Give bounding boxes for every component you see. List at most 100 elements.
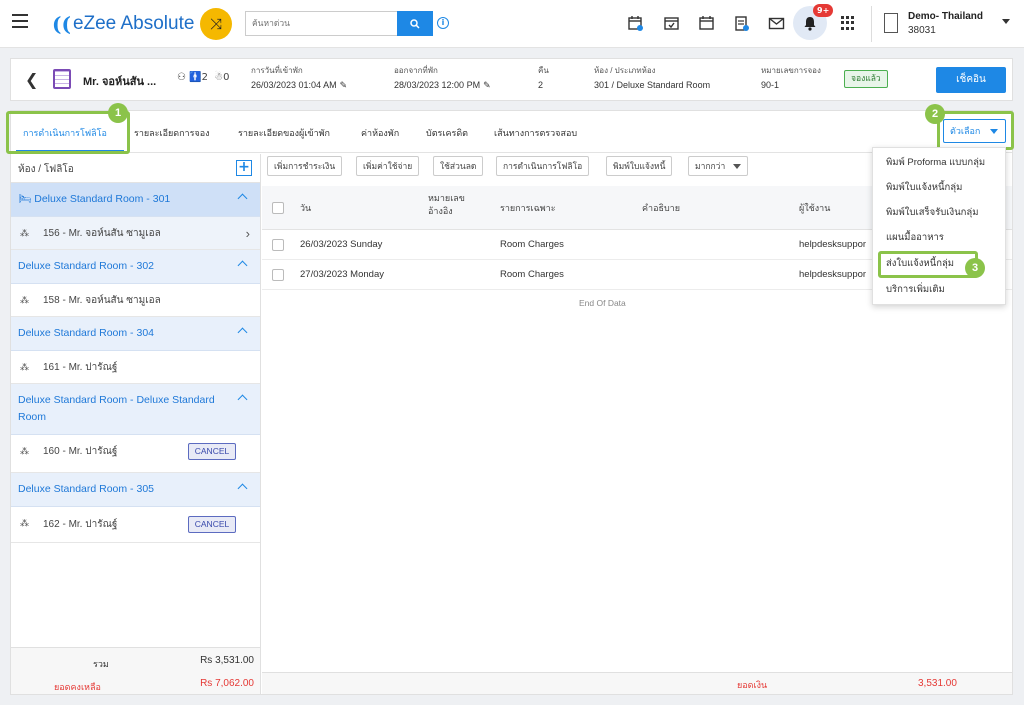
info-icon[interactable]: i (437, 17, 449, 29)
col-user[interactable]: ผู้ใช้งาน (799, 202, 830, 214)
row-checkbox[interactable] (272, 269, 284, 281)
shuffle-icon[interactable]: ⤨ (200, 8, 232, 40)
menu-icon[interactable] (12, 14, 28, 30)
edit-icon[interactable]: ✎ (340, 80, 348, 91)
pax-count: ⚇ 🚹2 ☃0 (177, 72, 230, 83)
checkout-value: 28/03/2023 12:00 PM (394, 80, 481, 90)
invoice-icon[interactable] (733, 15, 750, 32)
more-button[interactable]: มากกว่า (688, 156, 749, 176)
cancel-badge: CANCEL (188, 516, 236, 533)
add-folio-button[interactable]: + (236, 160, 252, 176)
folio-panel: การดำเนินการโฟลิโอ รายละเอียดการจอง รายล… (10, 110, 1013, 695)
apply-discount-button[interactable]: ใช้ส่วนลด (433, 156, 484, 176)
folio-operations-button[interactable]: การดำเนินการโฟลิโอ (496, 156, 590, 176)
menu-item-print-group-invoice[interactable]: พิมพ์ใบแจ้งหนี้กลุ่ม (873, 175, 1007, 200)
tab-room-charges[interactable]: ค่าห้องพัก (361, 126, 399, 140)
guest-name[interactable]: Mr. จอห์นสัน ... (83, 72, 156, 90)
print-invoice-button[interactable]: พิมพ์ใบแจ้งหนี้ (606, 156, 673, 176)
notification-badge: 9+ (813, 4, 834, 17)
hotel-icon (884, 13, 898, 33)
menu-item-meal-plan[interactable]: แผนมื้ออาหาร (873, 225, 1007, 250)
app-logo[interactable]: (( eZee Absolute (52, 11, 194, 37)
amount-value: 3,531.00 (918, 678, 957, 689)
step-badge: 1 (108, 103, 128, 123)
checkin-button[interactable]: เช็คอิน (936, 67, 1006, 93)
calendar-add-icon[interactable] (627, 15, 644, 32)
row-particulars: Room Charges (500, 239, 564, 250)
col-ref-line1: หมายเลข (428, 193, 465, 203)
chevron-up-icon[interactable] (237, 260, 248, 271)
search-input[interactable] (245, 11, 397, 36)
folio-row[interactable]: ⁂ 161 - Mr. ปารัณฐ์ (11, 351, 260, 384)
search-button[interactable] (397, 11, 433, 36)
row-date: 26/03/2023 Sunday (300, 239, 383, 250)
hotel-name[interactable]: Demo- Thailand (908, 11, 983, 22)
notifications-button[interactable]: 9+ (793, 4, 834, 40)
chevron-up-icon[interactable] (237, 327, 248, 338)
calendar-icon[interactable] (698, 15, 715, 32)
folio-guest-label: 156 - Mr. จอห์นสัน ซามูเอล (43, 228, 161, 239)
adult-icon: 🚹 (189, 72, 202, 83)
folio-row[interactable]: ⁂ 156 - Mr. จอห์นสัน ซามูเอล › (11, 217, 260, 250)
col-date[interactable]: วัน (300, 202, 311, 214)
back-arrow-icon[interactable]: ❮ (25, 70, 38, 89)
menu-item-extra-services[interactable]: บริการเพิ่มเติม (873, 277, 1007, 302)
menu-item-print-group-receipt[interactable]: พิมพ์ใบเสร็จรับเงินกลุ่ม (873, 200, 1007, 225)
calendar-check-icon[interactable] (663, 15, 680, 32)
room-field: ห้อง / ประเภทห้อง 301 / Deluxe Standard … (594, 64, 710, 90)
folio-row[interactable]: ⁂ 160 - Mr. ปารัณฐ์ CANCEL (11, 435, 260, 473)
room-group-header[interactable]: 🛌︎ Deluxe Standard Room - 301 (11, 183, 260, 217)
menu-item-print-group-proforma[interactable]: พิมพ์ Proforma แบบกลุ่ม (873, 150, 1007, 175)
select-all-checkbox[interactable] (272, 202, 284, 214)
hotel-code: 38031 (908, 25, 936, 36)
child-icon: ☃ (214, 72, 224, 83)
checkin-field: การวันที่เข้าพัก 26/03/2023 01:04 AM ✎ (251, 64, 347, 91)
tab-guest-details[interactable]: รายละเอียดของผู้เข้าพัก (238, 126, 330, 140)
total-value: Rs 3,531.00 (200, 655, 254, 666)
room-group-header[interactable]: Deluxe Standard Room - Deluxe Standard R… (11, 384, 260, 435)
folio-row[interactable]: ⁂ 162 - Mr. ปารัณฐ์ CANCEL (11, 507, 260, 543)
chevron-right-icon[interactable]: › (246, 217, 250, 250)
nights-label: คืน (538, 66, 549, 75)
nights-value: 2 (538, 80, 544, 90)
col-description[interactable]: คำอธิบาย (642, 202, 680, 214)
folio-row[interactable]: ⁂ 158 - Mr. จอห์นสัน ซามูเอล (11, 284, 260, 317)
row-checkbox[interactable] (272, 239, 284, 251)
add-payment-button[interactable]: เพิ่มการชำระเงิน (267, 156, 343, 176)
chevron-down-icon[interactable] (1002, 19, 1010, 24)
add-charge-button[interactable]: เพิ่มค่าใช้จ่าย (356, 156, 420, 176)
resno-field: หมายเลขการจอง 90-1 (761, 64, 821, 90)
balance-label: ยอดคงเหลือ (54, 682, 101, 692)
room-group-label: Deluxe Standard Room - 304 (18, 327, 154, 339)
chevron-down-icon (733, 164, 742, 170)
logo-text: eZee Absolute (72, 13, 195, 34)
room-label: ห้อง / ประเภทห้อง (594, 66, 656, 75)
search-icon (410, 18, 420, 29)
tab-credit-card[interactable]: บัตรเครดิต (426, 126, 468, 140)
mail-icon[interactable] (768, 15, 785, 32)
reservation-header: ❮ Mr. จอห์นสัน ... ⚇ 🚹2 ☃0 การวันที่เข้า… (10, 58, 1013, 101)
highlight-box (937, 111, 1014, 150)
child-count: 0 (223, 72, 230, 83)
apps-grid-icon[interactable] (841, 16, 855, 30)
chevron-up-icon[interactable] (237, 483, 248, 494)
chevron-up-icon[interactable] (237, 193, 248, 204)
row-particulars: Room Charges (500, 269, 564, 280)
room-folio-title: ห้อง / โฟลิโอ (18, 164, 74, 175)
row-user: helpdesksuppor (799, 239, 867, 250)
tab-audit-trail[interactable]: เส้นทางการตรวจสอบ (494, 126, 577, 140)
room-group-header[interactable]: Deluxe Standard Room - 304 (11, 317, 260, 351)
room-folio-list: ห้อง / โฟลิโอ + 🛌︎ Deluxe Standard Room … (11, 154, 261, 694)
col-particulars[interactable]: รายการเฉพาะ (500, 202, 556, 214)
col-ref-line2: อ้างอิง (428, 206, 453, 216)
room-group-header[interactable]: Deluxe Standard Room - 302 (11, 250, 260, 284)
tab-reservation-details[interactable]: รายละเอียดการจอง (134, 126, 210, 140)
chevron-up-icon[interactable] (237, 394, 248, 405)
balance-value: Rs 7,062.00 (200, 678, 254, 689)
room-group-header[interactable]: Deluxe Standard Room - 305 (11, 473, 260, 507)
more-label: มากกว่า (695, 161, 726, 171)
edit-icon[interactable]: ✎ (483, 80, 491, 91)
folio-tree-icon: ⁂ (20, 518, 29, 528)
cancel-badge: CANCEL (188, 443, 236, 460)
folio-guest-label: 158 - Mr. จอห์นสัน ซามูเอล (43, 295, 161, 306)
